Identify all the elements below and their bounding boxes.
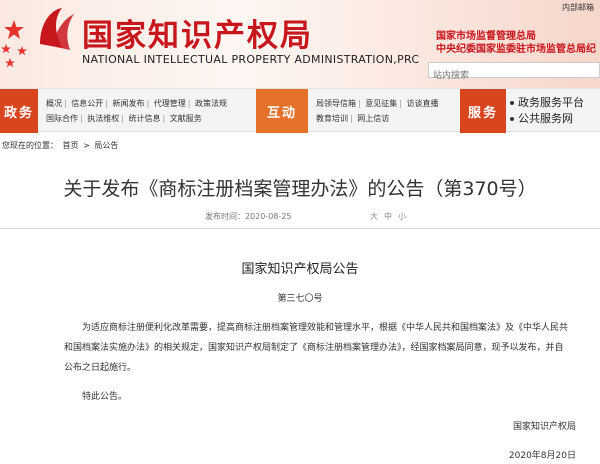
nav-link-policy[interactable]: 政策法规 <box>195 99 227 108</box>
cnipa-emblem-icon <box>40 8 74 50</box>
body-line: 为适应商标注册便利化改革需要，提高商标注册档案管理效能和管理水平，根据《中华人民… <box>64 318 584 338</box>
nav-link-training[interactable]: 教育培训 <box>316 114 348 123</box>
body-line-2: 和国档案法实施办法》的相关规定，国家知识产权局制定了《商标注册档案管理办法》，经… <box>64 343 564 353</box>
site-title-en: NATIONAL INTELLECTUAL PROPERTY ADMINISTR… <box>82 53 420 66</box>
page-title: 关于发布《商标注册档案管理办法》的公告（第370号） <box>63 178 537 200</box>
nav-link-public-service-label: 公共服务网 <box>518 112 573 125</box>
bullet-icon <box>510 101 514 105</box>
publish-date-label: 发布时间： <box>205 212 245 221</box>
nav-interact-links: 局领导信箱 | 意见征集 | 访谈直播 教育培训 | 网上信访 <box>316 99 439 123</box>
divider <box>0 228 600 229</box>
font-size-switcher[interactable]: 大中小 <box>370 211 412 222</box>
breadcrumb-home[interactable]: 首页 <box>63 141 79 150</box>
search-input[interactable] <box>429 69 599 83</box>
publish-date-value: 2020-08-25 <box>245 212 292 221</box>
signature: 国家知识产权局 <box>512 422 576 432</box>
site-header: 内部邮箱 国家知识产权局 NATIONAL INTELLECTUAL PROPE… <box>0 0 600 88</box>
samr-discipline-link[interactable]: 中央纪委国家监委驻市场监管总局纪 <box>436 43 596 56</box>
main-nav: 政务 概况 | 信息公开 | 新闻发布 | 代理管理 | 政策法规 国际合作 | 执法维权… <box>0 88 600 133</box>
nav-link-mailbox[interactable]: 局领导信箱 <box>316 99 356 108</box>
nav-category-gov[interactable]: 政务 <box>0 89 38 133</box>
article-meta: 发布时间：2020-08-25 大中小 <box>0 211 600 223</box>
nav-link-docs[interactable]: 文献服务 <box>170 114 202 123</box>
nav-link-overview[interactable]: 概况 <box>46 99 62 108</box>
document-body: 为适应商标注册便利化改革需要，提高商标注册档案管理效能和管理水平，根据《中华人民… <box>64 318 584 378</box>
breadcrumb-label: 您现在的位置： <box>2 141 58 150</box>
breadcrumb-section[interactable]: 局公告 <box>94 141 118 150</box>
nav-link-opinions[interactable]: 意见征集 <box>365 99 397 108</box>
nav-category-interact[interactable]: 互动 <box>256 89 308 133</box>
nav-service-links: 政务服务平台 公共服务网 <box>510 95 584 127</box>
bullet-icon <box>510 117 514 121</box>
publish-date: 发布时间：2020-08-25 <box>205 211 292 222</box>
body-line-3: 公布之日起施行。 <box>64 363 137 373</box>
nav-link-public-service[interactable]: 公共服务网 <box>510 111 584 127</box>
nav-link-press[interactable]: 新闻发布 <box>113 99 145 108</box>
signature-date: 2020年8月20日 <box>508 451 576 461</box>
nav-gov-links: 概况 | 信息公开 | 新闻发布 | 代理管理 | 政策法规 国际合作 | 执法维权 | 统… <box>46 99 227 123</box>
body-line-1: 为适应商标注册便利化改革需要，提高商标注册档案管理效能和管理水平，根据《中华人民… <box>82 323 569 333</box>
nav-link-enforcement[interactable]: 执法维权 <box>87 114 119 123</box>
nav-link-agency[interactable]: 代理管理 <box>154 99 186 108</box>
nav-link-intl[interactable]: 国际合作 <box>46 114 78 123</box>
site-title-cn: 国家知识产权局 <box>82 18 313 54</box>
document-heading: 国家知识产权局公告 <box>241 262 359 277</box>
nav-link-gov-service[interactable]: 政务服务平台 <box>510 95 584 111</box>
search-box <box>428 62 600 83</box>
nav-link-gov-service-label: 政务服务平台 <box>518 96 584 109</box>
breadcrumb-arrow: > <box>83 141 90 150</box>
breadcrumb: 您现在的位置： 首页 > 局公告 <box>0 140 600 152</box>
document-number: 第三七〇号 <box>277 294 323 304</box>
nav-link-info-disclosure[interactable]: 信息公开 <box>71 99 103 108</box>
internal-mail-link[interactable]: 内部邮箱 <box>562 2 594 13</box>
samr-links: 国家市场监督管理总局 中央纪委国家监委驻市场监管总局纪 <box>436 30 596 56</box>
closing-text: 特此公告。 <box>82 392 128 402</box>
nav-link-stats[interactable]: 统计信息 <box>129 114 161 123</box>
nav-category-service[interactable]: 服务 <box>460 89 506 133</box>
samr-link[interactable]: 国家市场监督管理总局 <box>436 30 596 43</box>
nav-link-live[interactable]: 访谈直播 <box>407 99 439 108</box>
nav-link-petition[interactable]: 网上信访 <box>357 114 389 123</box>
